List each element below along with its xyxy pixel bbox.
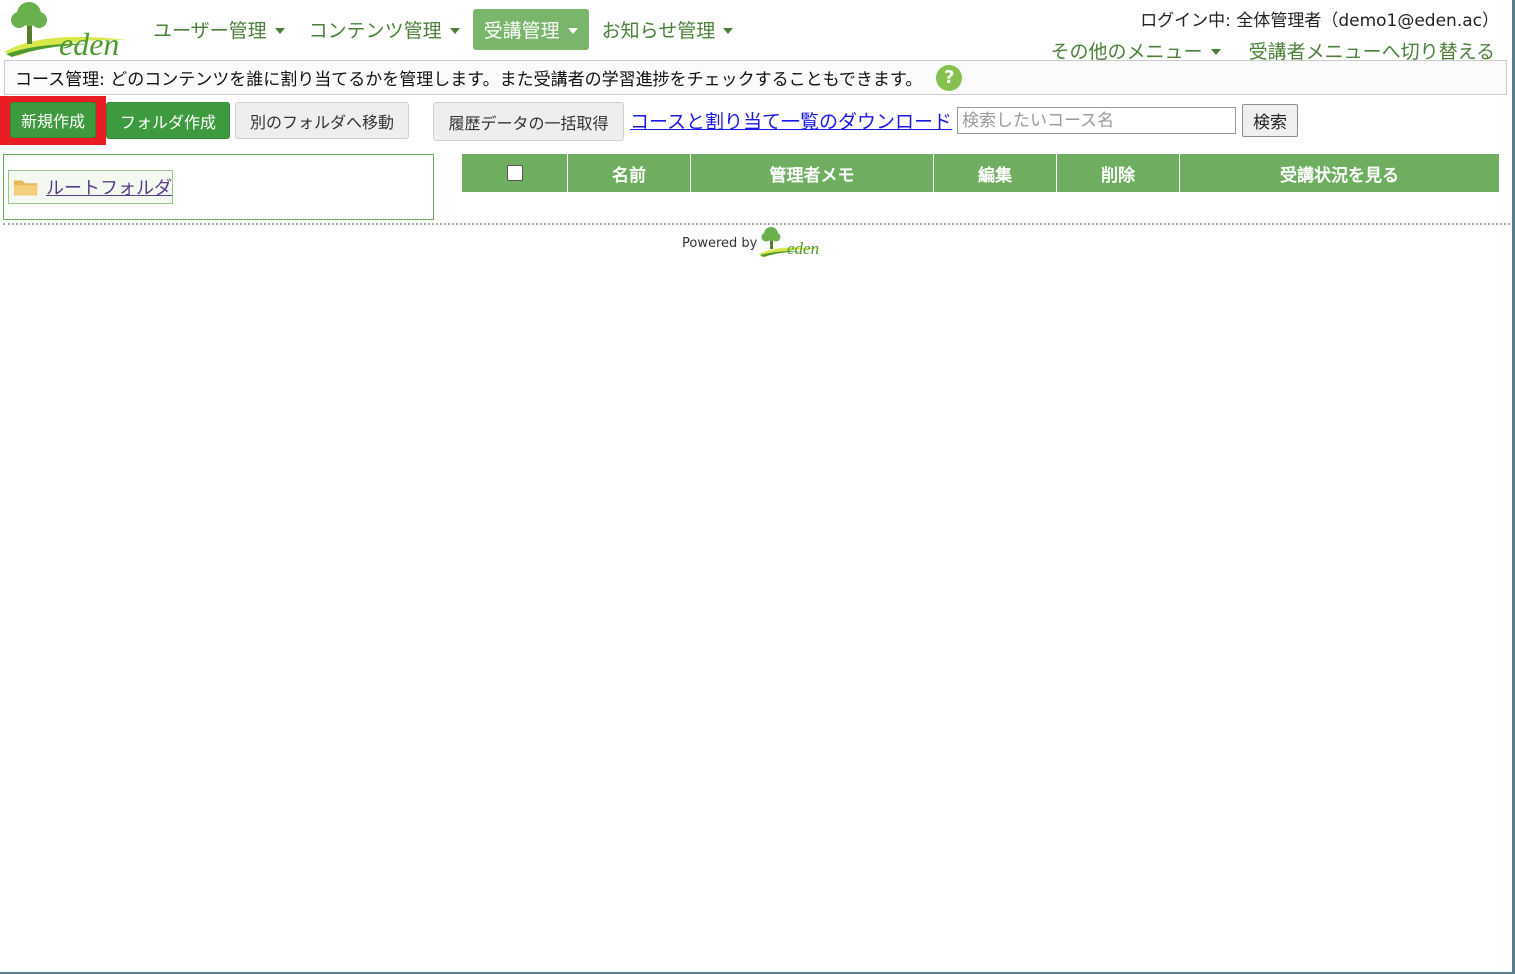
chevron-down-icon xyxy=(274,27,285,34)
folder-icon xyxy=(13,180,39,196)
powered-by: Powered by eden xyxy=(682,226,824,258)
nav-user-management-label: ユーザー管理 xyxy=(153,20,267,42)
page-description-text: コース管理: どのコンテンツを誰に割り当てるかを管理します。また受講者の学習進捗… xyxy=(15,70,923,90)
nav-notice-management-label: お知らせ管理 xyxy=(601,20,716,42)
footer-divider xyxy=(3,223,1510,225)
folder-tree: ルートフォルダ xyxy=(3,154,434,220)
nav-content-management[interactable]: コンテンツ管理 xyxy=(298,9,471,50)
nav-course-management-label: 受講管理 xyxy=(483,20,560,42)
select-all-checkbox[interactable] xyxy=(506,165,523,181)
help-icon[interactable]: ? xyxy=(936,64,963,91)
nav-content-management-label: コンテンツ管理 xyxy=(308,20,442,42)
powered-by-text: Powered by xyxy=(682,235,758,251)
course-assignment-download-link[interactable]: コースと割り当て一覧のダウンロード xyxy=(630,107,952,134)
search-button[interactable]: 検索 xyxy=(1242,104,1298,137)
bulk-history-download-button[interactable]: 履歴データの一括取得 xyxy=(433,102,624,141)
eden-logo-text: eden xyxy=(59,26,119,58)
login-status: ログイン中: 全体管理者（demo1@eden.ac） xyxy=(1140,11,1499,31)
eden-logo[interactable]: eden xyxy=(2,0,128,62)
nav-notice-management[interactable]: お知らせ管理 xyxy=(591,9,745,50)
select-all-header xyxy=(462,154,568,192)
chevron-down-icon xyxy=(723,27,734,34)
eden-logo-image: eden xyxy=(4,2,128,62)
column-header-admin-memo[interactable]: 管理者メモ xyxy=(690,154,934,192)
column-header-name[interactable]: 名前 xyxy=(567,154,691,192)
move-to-folder-button[interactable]: 別のフォルダへ移動 xyxy=(235,102,409,139)
eden-footer-logo-text: eden xyxy=(787,239,819,258)
page-description: コース管理: どのコンテンツを誰に割り当てるかを管理します。また受講者の学習進捗… xyxy=(4,60,1507,95)
chevron-down-icon xyxy=(449,27,460,34)
column-header-delete: 削除 xyxy=(1056,154,1180,192)
chevron-down-icon xyxy=(567,27,578,34)
new-course-button[interactable]: 新規作成 xyxy=(10,102,96,138)
main-nav: ユーザー管理 コンテンツ管理 受講管理 お知らせ管理 xyxy=(142,9,746,50)
column-header-edit: 編集 xyxy=(933,154,1057,192)
new-folder-button[interactable]: フォルダ作成 xyxy=(106,102,230,139)
eden-footer-logo: eden xyxy=(759,227,824,258)
course-table: 名前 管理者メモ 編集 削除 受講状況を見る xyxy=(462,154,1499,192)
root-folder-label: ルートフォルダ xyxy=(46,178,172,199)
table-header-row: 名前 管理者メモ 編集 削除 受講状況を見る xyxy=(462,154,1499,192)
nav-course-management[interactable]: 受講管理 xyxy=(472,9,589,50)
root-folder-node[interactable]: ルートフォルダ xyxy=(8,170,173,204)
course-search-input[interactable] xyxy=(957,107,1236,134)
column-header-view-status: 受講状況を見る xyxy=(1179,154,1499,192)
nav-user-management[interactable]: ユーザー管理 xyxy=(142,9,296,50)
chevron-down-icon xyxy=(1210,48,1221,55)
